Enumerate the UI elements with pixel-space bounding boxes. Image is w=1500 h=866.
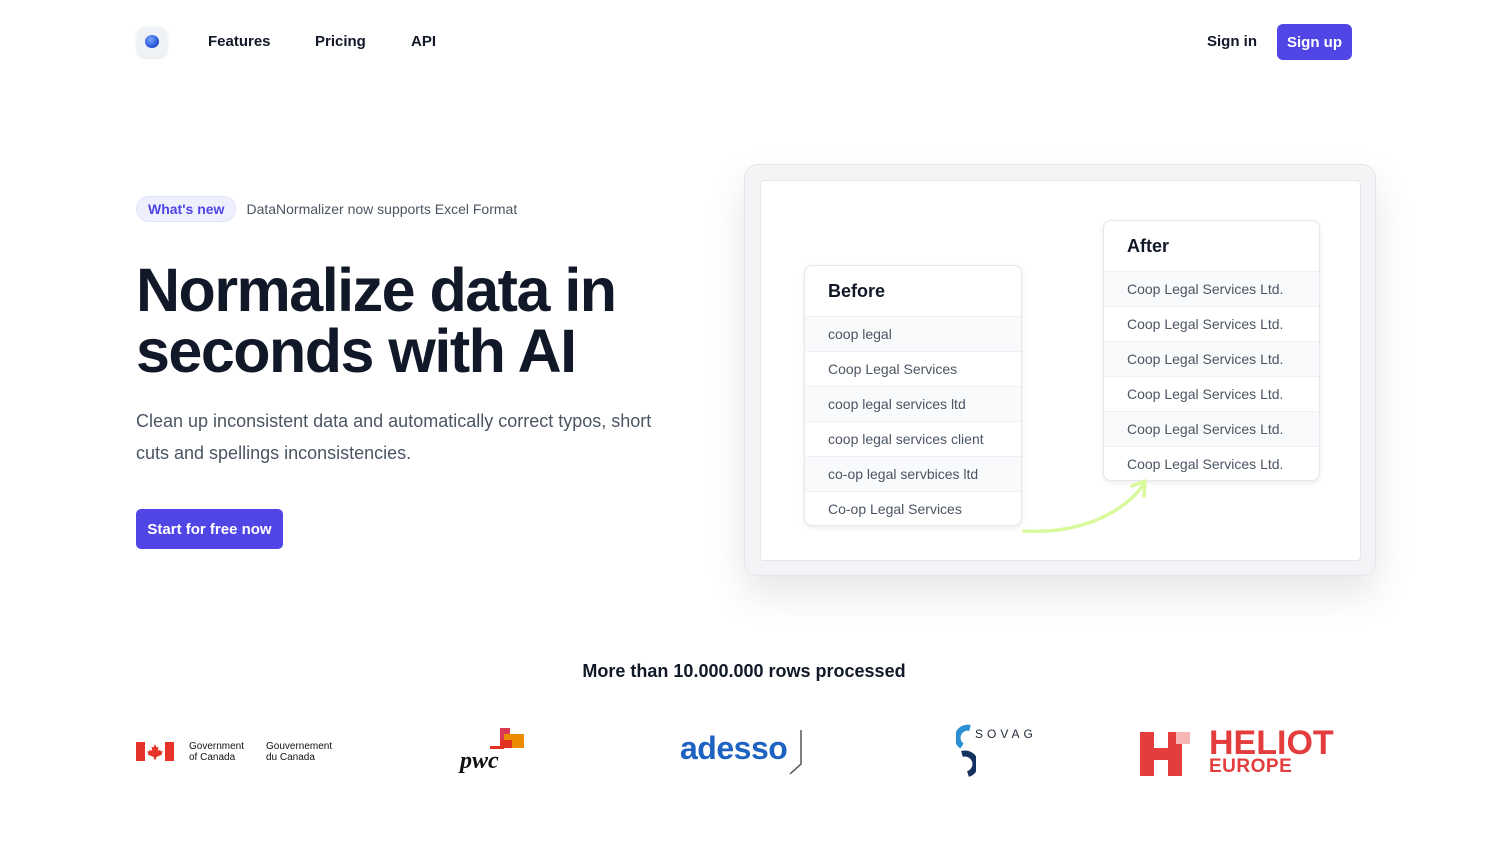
after-row: Coop Legal Services Ltd.: [1104, 271, 1319, 306]
heliot-h-icon: [1140, 732, 1190, 776]
heliot-europe-logo: HELIOT EUROPE: [1140, 726, 1360, 778]
announcement-text: DataNormalizer now supports Excel Format: [246, 201, 518, 217]
sovag-wordmark: SOVAG: [975, 727, 1037, 741]
nav-link-api[interactable]: API: [411, 33, 436, 50]
top-nav: Features Pricing API Sign in Sign up: [0, 0, 1500, 86]
adesso-bracket-icon: [789, 730, 802, 775]
after-rows: Coop Legal Services Ltd. Coop Legal Serv…: [1104, 271, 1319, 480]
logo-orb-icon: [145, 35, 159, 48]
before-row: co-op legal servbices ltd: [805, 456, 1021, 491]
pwc-wordmark: pwc: [460, 748, 499, 774]
rows-processed-heading: More than 10.000.000 rows processed: [582, 661, 906, 681]
canada-flag-icon: [136, 742, 174, 761]
sign-in-link[interactable]: Sign in: [1207, 33, 1257, 50]
whats-new-badge: What's new: [136, 196, 237, 222]
illustration-frame: Before coop legal Coop Legal Services co…: [744, 164, 1376, 576]
gc-english-text: Government of Canada: [189, 741, 244, 763]
sovag-logo: SOVAG: [956, 724, 1046, 780]
nav-link-features[interactable]: Features: [208, 33, 271, 50]
illustration-canvas: Before coop legal Coop Legal Services co…: [760, 180, 1361, 561]
before-row: Co-op Legal Services: [805, 491, 1021, 525]
gc-french-text: Gouvernement du Canada: [266, 741, 332, 763]
pwc-logo: pwc: [460, 728, 530, 778]
hero-subtext: Clean up inconsistent data and automatic…: [136, 411, 652, 463]
nav-link-pricing[interactable]: Pricing: [315, 33, 366, 50]
hero-headline: Normalize data in seconds with AI: [136, 256, 617, 385]
after-row: Coop Legal Services Ltd.: [1104, 376, 1319, 411]
before-card: Before coop legal Coop Legal Services co…: [804, 265, 1022, 526]
before-row: Coop Legal Services: [805, 351, 1021, 386]
sign-up-button[interactable]: Sign up: [1277, 24, 1352, 60]
after-row: Coop Legal Services Ltd.: [1104, 341, 1319, 376]
heliot-europe-text: EUROPE: [1209, 756, 1293, 777]
before-row: coop legal: [805, 316, 1021, 351]
announcement[interactable]: What's new DataNormalizer now supports E…: [136, 196, 517, 222]
sovag-s-icon: [956, 724, 976, 777]
before-rows: coop legal Coop Legal Services coop lega…: [805, 316, 1021, 525]
before-row: coop legal services ltd: [805, 386, 1021, 421]
gc-english-line: of Canada: [189, 752, 236, 763]
after-row: Coop Legal Services Ltd.: [1104, 306, 1319, 341]
before-title: Before: [828, 280, 886, 301]
after-row: Coop Legal Services Ltd.: [1104, 411, 1319, 446]
government-of-canada-logo: Government of Canada Gouvernement du Can…: [136, 740, 346, 764]
start-free-button[interactable]: Start for free now: [136, 509, 283, 549]
before-row: coop legal services client: [805, 421, 1021, 456]
gc-english-line: Government: [189, 741, 245, 752]
gc-french-line: du Canada: [266, 752, 315, 763]
after-title: After: [1127, 235, 1170, 256]
transform-arrow-icon: [1022, 479, 1147, 534]
app-logo[interactable]: [137, 27, 167, 57]
adesso-logo: adesso: [680, 728, 810, 776]
after-card: After Coop Legal Services Ltd. Coop Lega…: [1103, 220, 1320, 481]
heliot-wordmark: HELIOT: [1209, 724, 1334, 762]
gc-french-line: Gouvernement: [266, 741, 333, 752]
adesso-wordmark: adesso: [680, 730, 788, 766]
